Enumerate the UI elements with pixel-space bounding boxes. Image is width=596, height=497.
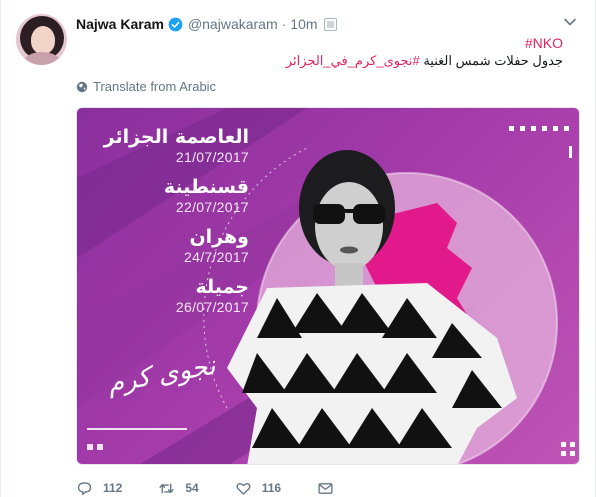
chevron-down-icon[interactable] bbox=[563, 15, 577, 29]
concert-date: 22/07/2017 bbox=[175, 199, 249, 215]
tweet-card: Najwa Karam @najwakaram · 10m #NKO جدول … bbox=[0, 0, 596, 497]
tweet-text: #NKO جدول حفلات شمس الغنية #نجوى_كرم_في_… bbox=[83, 34, 563, 70]
like-button[interactable]: 116 bbox=[235, 480, 281, 497]
concert-date: 26/07/2017 bbox=[175, 299, 249, 315]
concert-date: 24/7/2017 bbox=[184, 249, 249, 265]
concert-list: العاصمة الجزائر 21/07/2017 قسنطينة 22/07… bbox=[99, 126, 249, 326]
tweet-actions: 112 54 116 bbox=[76, 478, 370, 497]
tweet-image[interactable]: العاصمة الجزائر 21/07/2017 قسنطينة 22/07… bbox=[76, 107, 580, 465]
translate-label: Translate from Arabic bbox=[93, 79, 217, 94]
media-indicator-icon bbox=[323, 17, 337, 31]
mail-icon bbox=[318, 482, 333, 494]
separator-dot: · bbox=[281, 16, 287, 32]
avatar[interactable] bbox=[16, 14, 67, 65]
direct-message-button[interactable] bbox=[317, 480, 334, 497]
verified-icon bbox=[168, 17, 183, 31]
tweet-time[interactable]: 10m bbox=[290, 16, 317, 32]
translate-link[interactable]: Translate from Arabic bbox=[76, 79, 216, 94]
concert-date: 21/07/2017 bbox=[175, 149, 249, 165]
concert-city: جميلة bbox=[195, 276, 249, 298]
tweet-arabic-text: جدول حفلات شمس الغنية bbox=[423, 53, 563, 68]
concert-city: قسنطينة bbox=[163, 176, 249, 198]
reply-count: 112 bbox=[103, 481, 123, 495]
retweet-count: 54 bbox=[185, 481, 199, 495]
tweet-header: Najwa Karam @najwakaram · 10m bbox=[76, 14, 337, 34]
heart-icon bbox=[236, 482, 251, 495]
user-name[interactable]: Najwa Karam bbox=[76, 16, 164, 32]
reply-icon bbox=[77, 481, 92, 495]
user-handle[interactable]: @najwakaram bbox=[188, 16, 278, 32]
retweet-button[interactable]: 54 bbox=[158, 480, 199, 497]
reply-button[interactable]: 112 bbox=[76, 480, 122, 497]
globe-icon bbox=[76, 81, 88, 92]
like-count: 116 bbox=[261, 481, 282, 495]
hashtag-nko-link[interactable]: #NKO bbox=[83, 34, 563, 52]
tweet-body: جدول حفلات شمس الغنية #نجوى_كرم_في_الجزا… bbox=[83, 52, 563, 70]
retweet-icon bbox=[159, 483, 174, 493]
hashtag-arabic-link[interactable]: #نجوى_كرم_في_الجزائر bbox=[286, 53, 420, 68]
concert-city: العاصمة الجزائر bbox=[103, 126, 249, 148]
concert-city: وهران bbox=[189, 226, 249, 248]
